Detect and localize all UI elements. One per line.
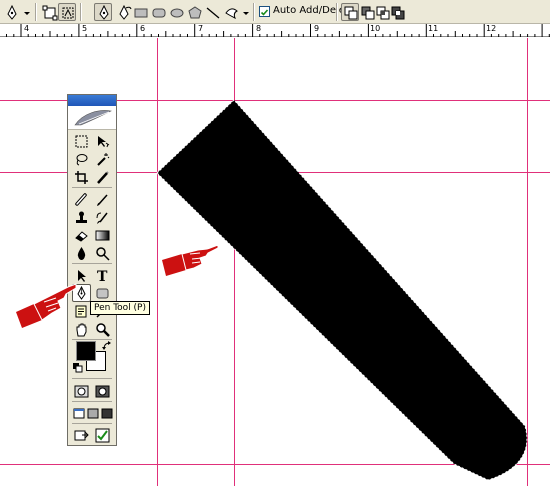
separator <box>35 3 37 21</box>
ruler-label: 12 <box>486 24 497 33</box>
tool-preset-picker[interactable] <box>2 3 20 21</box>
tools-panel: T <box>67 94 117 446</box>
ruler-label: 5 <box>82 24 88 33</box>
standard-screen-mode-button[interactable] <box>71 404 85 422</box>
zoom-tool[interactable] <box>93 320 112 338</box>
jump-to-imageready-button[interactable] <box>72 426 91 444</box>
full-screen-mode-button[interactable] <box>99 404 113 422</box>
brush-tool[interactable] <box>93 190 112 208</box>
ruler-label: 11 <box>428 24 439 33</box>
custom-shape-tool-button[interactable] <box>221 3 239 21</box>
pen-tool-button[interactable] <box>94 3 112 21</box>
ruler-label: 10 <box>370 24 381 33</box>
line-tool-button[interactable] <box>203 3 221 21</box>
exclude-button[interactable] <box>388 3 406 21</box>
tools-panel-header <box>68 106 116 130</box>
ruler-label: 4 <box>24 24 30 33</box>
standard-mode-button[interactable] <box>72 382 91 400</box>
move-tool[interactable] <box>93 132 112 150</box>
rectangle-tool-button[interactable] <box>131 3 149 21</box>
slice-tool[interactable] <box>93 168 112 186</box>
pen-tool-tooltip: Pen Tool (P) <box>90 301 151 315</box>
gradient-tool[interactable] <box>93 226 112 244</box>
blur-tool[interactable] <box>72 244 91 262</box>
svg-text:T: T <box>97 269 108 283</box>
marquee-tool[interactable] <box>72 132 91 150</box>
polygon-tool-button[interactable] <box>185 3 203 21</box>
type-tool[interactable]: T <box>93 266 112 284</box>
separator <box>72 423 112 424</box>
default-colors-icon[interactable] <box>73 363 83 373</box>
swap-colors-icon[interactable] <box>102 341 112 351</box>
clone-stamp-tool[interactable] <box>72 208 91 226</box>
freeform-pen-button[interactable] <box>114 3 132 21</box>
dodge-tool[interactable] <box>93 244 112 262</box>
paths-button[interactable] <box>58 3 76 21</box>
chevron-down-icon[interactable] <box>21 3 31 21</box>
full-screen-menu-mode-button[interactable] <box>85 404 99 422</box>
checkmark-icon[interactable] <box>93 426 112 444</box>
separator <box>336 3 338 21</box>
shape-layers-button[interactable] <box>40 3 58 21</box>
separator <box>253 3 255 21</box>
ruler-label: 6 <box>140 24 146 33</box>
foreground-color-swatch[interactable] <box>76 341 96 361</box>
rounded-rectangle-tool-button[interactable] <box>149 3 167 21</box>
quick-mask-button[interactable] <box>93 382 112 400</box>
feather-icon <box>74 110 112 126</box>
separator <box>72 339 112 340</box>
ruler-label: 8 <box>256 24 262 33</box>
pointing-hand-icon <box>162 244 219 276</box>
horizontal-ruler: 4 5 6 7 8 9 10 11 12 <box>0 24 550 37</box>
auto-add-delete-checkbox[interactable] <box>259 6 270 17</box>
crop-tool[interactable] <box>72 168 91 186</box>
ruler-label: 9 <box>314 24 320 33</box>
magic-wand-tool[interactable] <box>93 150 112 168</box>
tools-panel-titlebar[interactable] <box>68 95 116 106</box>
lasso-tool[interactable] <box>72 150 91 168</box>
chevron-down-icon[interactable] <box>240 3 250 21</box>
add-to-area-button[interactable] <box>341 3 359 21</box>
separator <box>72 401 112 402</box>
rectangle-shape-tool[interactable] <box>93 284 112 302</box>
ellipse-tool-button[interactable] <box>167 3 185 21</box>
separator <box>72 187 112 188</box>
pointing-hand-icon <box>16 283 77 328</box>
separator <box>72 263 112 264</box>
eraser-tool[interactable] <box>72 226 91 244</box>
ruler-label: 7 <box>198 24 204 33</box>
separator <box>80 3 82 21</box>
history-brush-tool[interactable] <box>93 208 112 226</box>
separator <box>72 378 112 379</box>
healing-brush-tool[interactable] <box>72 190 91 208</box>
options-bar: Auto Add/Delete <box>0 0 550 24</box>
